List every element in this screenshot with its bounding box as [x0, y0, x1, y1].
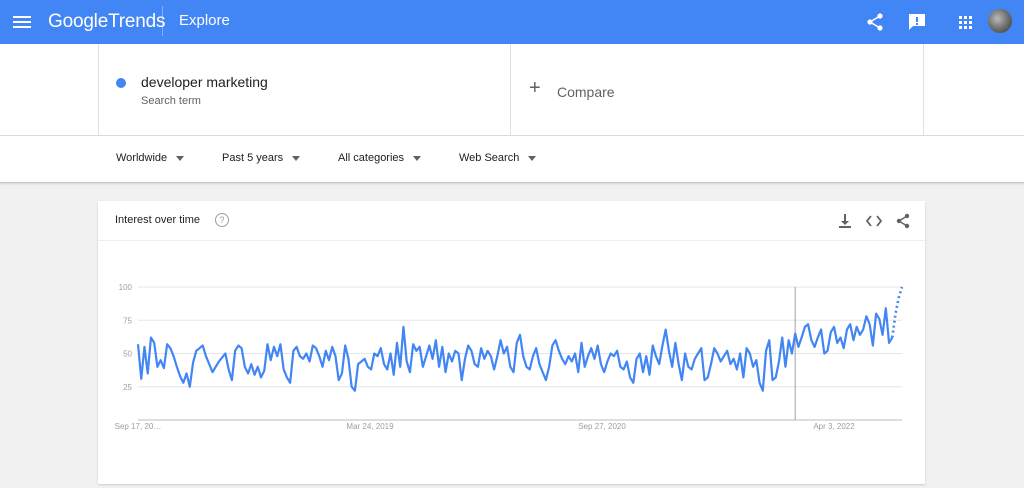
account-avatar[interactable] — [988, 9, 1012, 33]
header-divider — [162, 6, 163, 36]
y-tick-label: 75 — [123, 316, 132, 325]
dropdown-arrow-icon — [413, 155, 422, 161]
share-icon[interactable] — [863, 10, 887, 34]
x-tick-label: Sep 17, 20… — [115, 422, 162, 431]
help-icon[interactable]: ? — [215, 213, 229, 227]
series-forecast-segment — [891, 286, 904, 338]
region-dropdown[interactable]: Worldwide — [116, 152, 185, 164]
page-section-title: Explore — [179, 12, 230, 29]
plus-icon: + — [529, 77, 541, 99]
region-value: Worldwide — [116, 152, 168, 164]
x-tick-label: Sep 27, 2020 — [578, 422, 626, 431]
download-icon[interactable] — [836, 212, 854, 230]
category-dropdown[interactable]: All categories — [338, 152, 422, 164]
time-range-dropdown[interactable]: Past 5 years — [222, 152, 301, 164]
embed-icon[interactable] — [865, 212, 883, 230]
compare-button[interactable]: + Compare — [511, 44, 924, 136]
logo-google: Google — [48, 11, 109, 32]
top-app-bar: GoogleTrends Explore — [0, 0, 1024, 44]
google-trends-logo[interactable]: GoogleTrends — [48, 11, 166, 33]
x-tick-label: Apr 3, 2022 — [813, 422, 855, 431]
y-tick-label: 100 — [119, 283, 133, 292]
filter-bar: Worldwide Past 5 years All categories We… — [0, 136, 1024, 183]
card-header: Interest over time ? — [98, 201, 925, 241]
time-range-value: Past 5 years — [222, 152, 284, 164]
logo-trends: Trends — [108, 11, 166, 32]
interest-over-time-card: Interest over time ? 25 50 75 100 Sep 17, 2… — [98, 201, 925, 484]
y-tick-label: 25 — [123, 383, 132, 392]
interest-line-chart[interactable]: 25 50 75 100 Sep 17, 20… Mar 24, 2019 Sep 27,… — [98, 241, 925, 484]
term-color-dot — [116, 78, 126, 88]
dropdown-arrow-icon — [528, 155, 537, 161]
search-term-card[interactable]: developer marketing Search term — [98, 44, 511, 136]
feedback-icon[interactable] — [905, 10, 929, 34]
search-property-dropdown[interactable]: Web Search — [459, 152, 537, 164]
y-tick-label: 50 — [123, 350, 132, 359]
share-icon[interactable] — [894, 212, 912, 230]
search-terms-panel: developer marketing Search term + Compar… — [0, 44, 1024, 136]
dropdown-arrow-icon — [292, 155, 301, 161]
dropdown-arrow-icon — [176, 155, 185, 161]
compare-label: Compare — [557, 84, 615, 100]
menu-icon[interactable] — [10, 10, 34, 34]
category-value: All categories — [338, 152, 405, 164]
apps-icon[interactable] — [953, 10, 977, 34]
card-title: Interest over time — [115, 214, 200, 226]
search-term-name: developer marketing — [141, 74, 268, 90]
search-property-value: Web Search — [459, 152, 520, 164]
search-term-type: Search term — [141, 95, 201, 107]
x-tick-label: Mar 24, 2019 — [346, 422, 394, 431]
